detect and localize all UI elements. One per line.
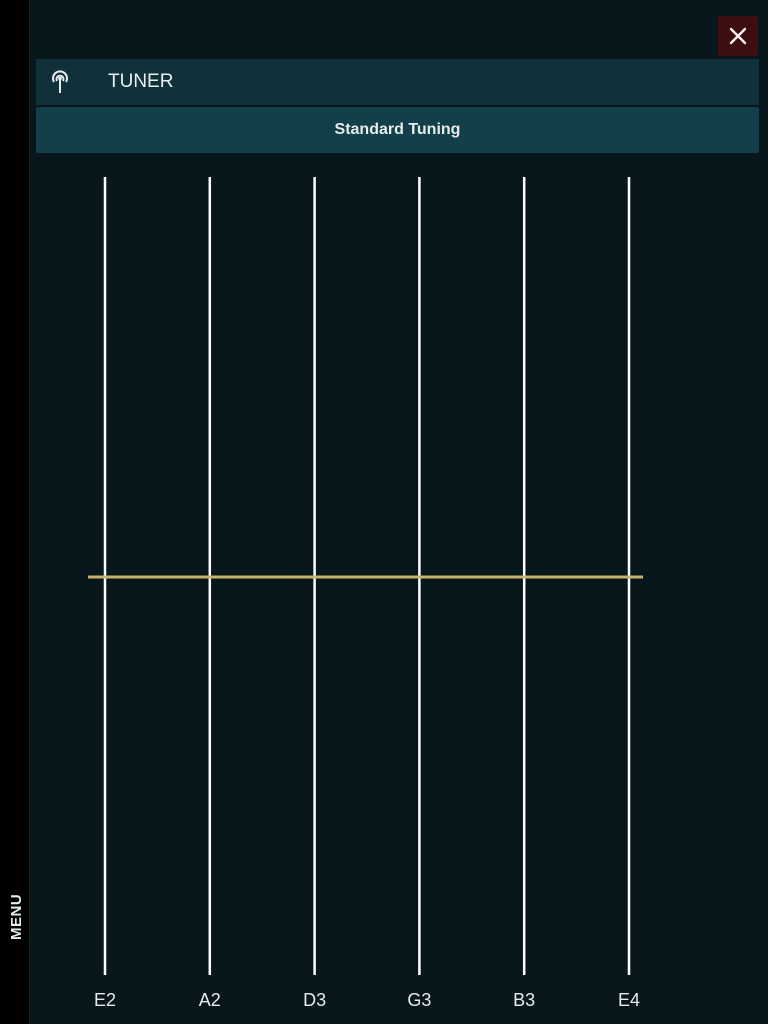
string-label-e2: E2 bbox=[94, 990, 116, 1010]
tuner-display: E2 A2 D3 G3 B3 E4 bbox=[88, 177, 643, 1010]
string-label-b3: B3 bbox=[513, 990, 535, 1010]
string-label-e4: E4 bbox=[618, 990, 640, 1010]
string-label-g3: G3 bbox=[407, 990, 431, 1010]
string-label-a2: A2 bbox=[199, 990, 221, 1010]
string-label-d3: D3 bbox=[303, 990, 326, 1010]
